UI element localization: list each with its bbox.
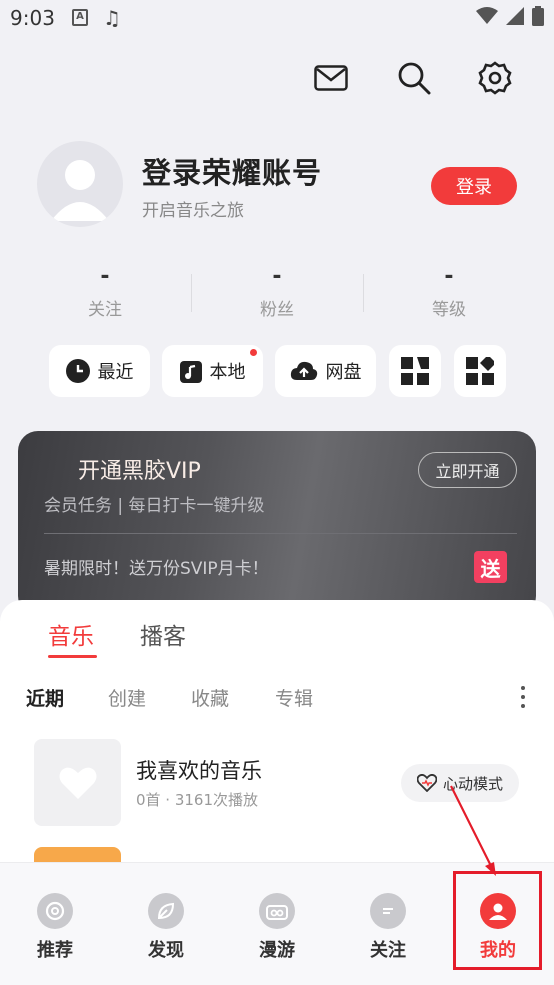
local-label: 本地: [209, 362, 246, 383]
stat-following-value: -: [100, 264, 110, 289]
input-method-icon: A: [72, 9, 88, 26]
heartbeat-icon: [416, 774, 437, 792]
nav-recommend[interactable]: 推荐: [20, 893, 90, 962]
tab-podcast[interactable]: 播客: [140, 617, 186, 651]
more-options-icon[interactable]: [518, 686, 528, 708]
grid-icon: [466, 357, 494, 385]
new-badge-dot: [250, 349, 257, 356]
stat-level-value: -: [444, 264, 454, 289]
cloud-drive-label: 网盘: [325, 362, 362, 383]
status-time: 9:03: [10, 6, 55, 30]
music-note-status-icon: ♫: [103, 6, 121, 30]
gear-icon[interactable]: [475, 58, 515, 98]
nav-discover-label: 发现: [148, 940, 184, 961]
nav-follow-label: 关注: [370, 940, 406, 961]
nav-roam-label: 漫游: [259, 940, 295, 961]
vip-subtitle: 会员任务 | 每日打卡一键升级: [44, 496, 265, 516]
stat-fans[interactable]: - 粉丝: [202, 264, 352, 320]
vip-open-button[interactable]: 立即开通: [418, 452, 517, 488]
subtab-collected[interactable]: 收藏: [191, 684, 229, 711]
recent-button[interactable]: 最近: [49, 345, 150, 397]
stat-divider: [363, 274, 364, 312]
mail-icon[interactable]: [311, 58, 351, 98]
vip-title: 开通黑胶VIP: [78, 459, 201, 484]
search-icon[interactable]: [394, 58, 434, 98]
subtab-albums[interactable]: 专辑: [275, 684, 313, 711]
tab-music[interactable]: 音乐: [48, 617, 94, 651]
nav-recommend-label: 推荐: [37, 940, 73, 961]
liked-playlist-title[interactable]: 我喜欢的音乐: [136, 755, 262, 785]
subtab-recent[interactable]: 近期: [26, 684, 64, 711]
cloud-drive-button[interactable]: 网盘: [275, 345, 376, 397]
clock-icon: [65, 359, 90, 383]
nav-discover[interactable]: 发现: [131, 893, 201, 962]
login-button[interactable]: 登录: [431, 167, 517, 205]
liked-playlist-cover[interactable]: [34, 739, 121, 826]
stat-fans-label: 粉丝: [260, 300, 294, 320]
battery-icon: [532, 6, 544, 26]
subtab-created[interactable]: 创建: [108, 684, 146, 711]
stat-divider: [191, 274, 192, 312]
more-grid-button[interactable]: [454, 345, 506, 397]
tab-active-indicator: [48, 655, 97, 658]
recommend-icon: [37, 893, 73, 929]
wifi-icon: [476, 7, 498, 24]
nav-follow[interactable]: 关注: [353, 893, 423, 962]
heart-icon: [59, 767, 96, 799]
cloud-upload-icon: [290, 361, 317, 380]
discover-icon: [148, 893, 184, 929]
roam-icon: [259, 893, 295, 929]
profile-subtitle: 开启音乐之旅: [142, 201, 244, 221]
signal-icon: [506, 7, 524, 25]
status-indicators: [476, 6, 544, 26]
nav-roam[interactable]: 漫游: [242, 893, 312, 962]
gift-badge-icon[interactable]: 送: [474, 551, 507, 583]
login-account-title[interactable]: 登录荣耀账号: [142, 150, 322, 192]
music-note-icon: [179, 361, 202, 383]
follow-icon: [370, 893, 406, 929]
stat-following[interactable]: - 关注: [30, 264, 180, 320]
heartbeat-mode-button[interactable]: 心动模式: [401, 764, 519, 802]
grid-icon: [401, 357, 429, 385]
stat-fans-value: -: [272, 264, 282, 289]
vip-promo-text[interactable]: 暑期限时！送万份SVIP月卡！: [44, 554, 269, 579]
liked-playlist-meta: 0首 · 3161次播放: [136, 791, 259, 809]
stat-level[interactable]: - 等级: [374, 264, 524, 320]
heartbeat-mode-label: 心动模式: [442, 774, 503, 793]
highlight-box: [453, 871, 542, 970]
app-grid-button[interactable]: [389, 345, 441, 397]
recent-label: 最近: [97, 362, 134, 383]
local-button[interactable]: 本地: [162, 345, 263, 397]
avatar[interactable]: [37, 141, 123, 227]
stat-level-label: 等级: [432, 300, 466, 320]
vip-divider: [44, 533, 517, 534]
stat-following-label: 关注: [88, 300, 122, 320]
